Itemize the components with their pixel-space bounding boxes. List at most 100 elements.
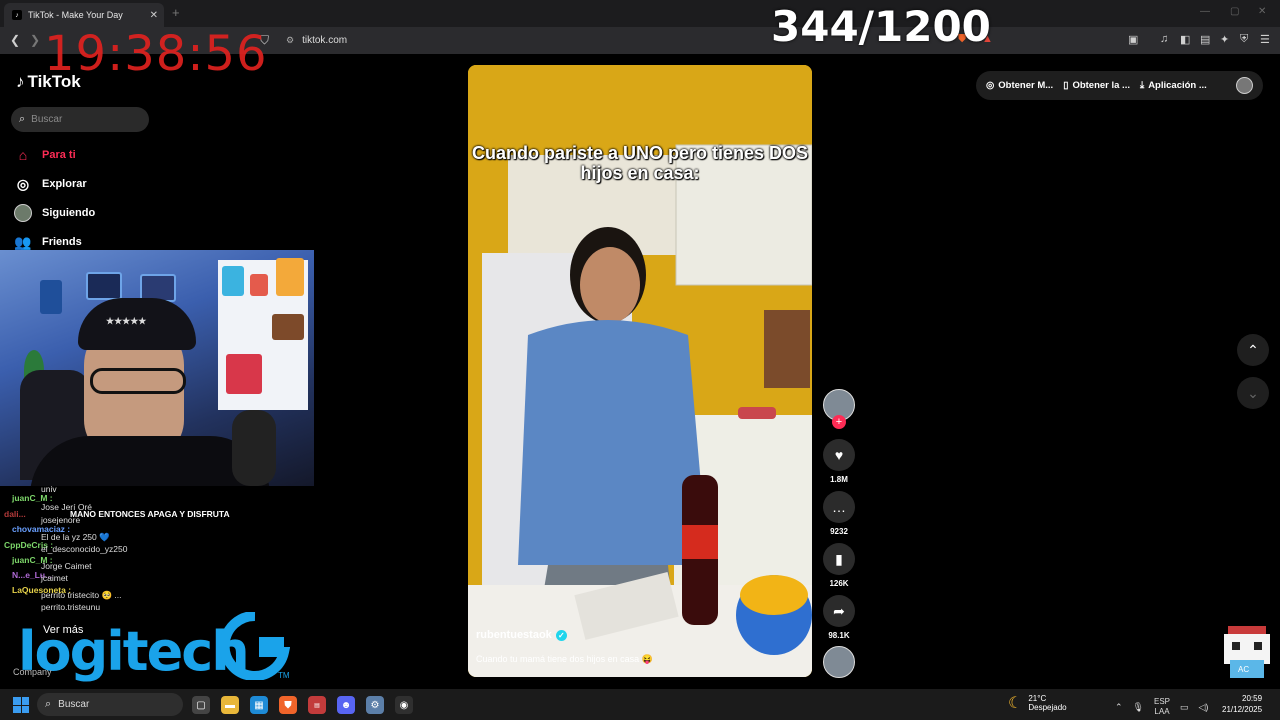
tiktok-favicon-icon: ♪: [12, 10, 22, 20]
layout-code: LAA: [1154, 707, 1170, 716]
streamer-webcam: ★★★★★: [0, 250, 314, 486]
volume-icon[interactable]: ◁): [1199, 702, 1209, 713]
search-placeholder: Buscar: [31, 114, 63, 125]
comment-icon: …: [823, 491, 855, 523]
file-explorer-icon[interactable]: ▬: [221, 696, 239, 714]
settings-icon[interactable]: ⚙: [366, 696, 384, 714]
menu-icon[interactable]: ☰: [1260, 33, 1270, 46]
browser-tab[interactable]: ♪ TikTok - Make Your Day ✕: [4, 3, 164, 27]
top-right-actions: ◎ Obtener M... ▯ Obtener la ... ⤓ Aplica…: [976, 71, 1263, 100]
maximize-icon[interactable]: ▢: [1230, 6, 1239, 17]
chat-message: perrito tristecito 🥺 ...: [41, 590, 122, 600]
like-count: 1.8M: [830, 475, 848, 484]
like-button[interactable]: ♥ 1.8M: [822, 439, 856, 484]
taskbar-search[interactable]: ⌕ Buscar: [37, 693, 183, 716]
windows-start-icon[interactable]: [13, 697, 29, 713]
video-player[interactable]: Cuando pariste a UNO pero tienes DOS hij…: [468, 65, 812, 677]
sidebar-item-siguiendo[interactable]: Siguiendo: [14, 204, 95, 222]
leo-ai-icon[interactable]: ✦: [1220, 33, 1229, 46]
next-video-button[interactable]: ⌄: [1237, 377, 1269, 409]
back-icon[interactable]: ❮: [10, 33, 20, 47]
company-label: Company: [13, 667, 52, 677]
svg-text:AC: AC: [1238, 665, 1249, 674]
windows-taskbar: ⌕ Buscar ▢ ▬ ▦ ⛊ ▤ ☻ ⚙ ◉: [0, 689, 1280, 720]
stream-mascot-icon: AC: [1224, 626, 1270, 678]
desktop-app-button[interactable]: ⤓ Aplicación ...: [1140, 80, 1207, 91]
taskbar-clock[interactable]: 20:59 21/12/2025: [1222, 693, 1262, 715]
wallet-icon[interactable]: ▤: [1200, 33, 1210, 46]
comment-count: 9232: [830, 527, 848, 536]
svg-text:TM: TM: [278, 671, 290, 680]
button-label: Obtener M...: [998, 80, 1054, 91]
save-count: 126K: [829, 579, 849, 588]
video-description: Cuando tu mamá tiene dos hijos en casa 😝: [476, 654, 653, 664]
clock-time: 20:59: [1242, 694, 1263, 703]
forward-icon[interactable]: ❯: [30, 33, 40, 47]
home-icon: ⌂: [18, 147, 28, 163]
chat-message: jcaimet: [41, 573, 68, 583]
minimize-icon[interactable]: —: [1200, 6, 1210, 17]
save-button[interactable]: ▮ 126K: [822, 543, 856, 588]
logitech-logo: logitech: [18, 620, 250, 683]
site-info-icon[interactable]: ⚙: [286, 35, 294, 46]
sidebar-item-explorar[interactable]: ◎ Explorar: [14, 175, 87, 193]
sidebar-item-friends[interactable]: 👥 Friends: [14, 233, 82, 251]
temperature: 21°C: [1028, 694, 1047, 703]
chat-message: MANO ENTONCES APAGA Y DISFRUTA: [70, 509, 230, 519]
weather-status: Despejado: [1028, 703, 1067, 712]
tiktok-logo[interactable]: ♪ TikTok: [16, 72, 81, 92]
get-app-button[interactable]: ▯ Obtener la ...: [1063, 80, 1130, 91]
sidebar-item-label: Friends: [42, 236, 82, 248]
sound-disc[interactable]: [823, 646, 855, 678]
button-label: Aplicación ...: [1148, 80, 1207, 91]
brave-browser-icon[interactable]: ⛊: [279, 696, 297, 714]
language-indicator[interactable]: ESP LAA: [1154, 697, 1170, 717]
share-icon: ➦: [823, 595, 855, 627]
obs-icon[interactable]: ◉: [395, 696, 413, 714]
tab-close-icon[interactable]: ✕: [150, 10, 158, 21]
get-coins-button[interactable]: ◎ Obtener M...: [986, 80, 1053, 91]
profile-avatar[interactable]: [1236, 77, 1253, 94]
browser-tab-bar: ♪ TikTok - Make Your Day ✕ + — ▢ ✕: [0, 0, 1280, 27]
microphone-icon[interactable]: 🎙: [1133, 702, 1144, 713]
moon-icon: ☾: [1008, 695, 1023, 712]
share-button[interactable]: ➦ 98.1K: [822, 595, 856, 640]
app-icon[interactable]: ▤: [308, 696, 326, 714]
system-tray: ⌃ 🎙 ESP LAA ▭ ◁): [1115, 697, 1208, 717]
video-author[interactable]: rubentuestaok ✓: [476, 629, 567, 641]
store-icon[interactable]: ▦: [250, 696, 268, 714]
stream-counter-overlay: 344/1200: [771, 2, 991, 51]
logitech-g-icon: TM: [220, 612, 290, 680]
discord-icon[interactable]: ☻: [337, 696, 355, 714]
chevron-up-icon[interactable]: ⌃: [1115, 702, 1123, 713]
verified-icon: ✓: [555, 629, 567, 641]
sidebar-item-label: Para ti: [42, 149, 76, 161]
vpn-icon[interactable]: ⛨: [1240, 33, 1248, 46]
screenshot-icon[interactable]: ▣: [1128, 33, 1138, 46]
sidebar-icon[interactable]: ◧: [1180, 33, 1190, 46]
weather-widget[interactable]: ☾ 21°C Despejado: [1008, 693, 1067, 713]
new-tab-button[interactable]: +: [172, 5, 180, 20]
previous-video-button[interactable]: ⌃: [1237, 334, 1269, 366]
media-icon[interactable]: ♫: [1160, 33, 1168, 45]
comment-button[interactable]: … 9232: [822, 491, 856, 536]
chat-message: el_desconocido_yz250: [41, 544, 128, 554]
download-icon: ⤓: [1139, 80, 1145, 91]
follow-plus-icon[interactable]: +: [832, 415, 846, 429]
video-caption-overlay: Cuando pariste a UNO pero tienes DOS hij…: [471, 143, 809, 183]
search-input[interactable]: ⌕ Buscar: [11, 107, 149, 132]
compass-icon: ◎: [16, 175, 30, 192]
window-close-icon[interactable]: ✕: [1258, 6, 1266, 17]
tiktok-note-icon: ♪: [16, 72, 25, 91]
clock-date: 21/12/2025: [1222, 705, 1263, 714]
task-view-icon[interactable]: ▢: [192, 696, 210, 714]
chat-message: perrito.tristeunu: [41, 602, 101, 612]
network-icon[interactable]: ▭: [1180, 702, 1189, 713]
chevron-down-icon: ⌄: [1247, 384, 1259, 401]
microphone: [232, 410, 276, 486]
tab-title: TikTok - Make Your Day: [28, 10, 123, 20]
sidebar-item-label: Siguiendo: [42, 207, 96, 219]
logo-text: TikTok: [27, 72, 81, 91]
sidebar-item-para-ti[interactable]: ⌂ Para ti: [14, 146, 76, 164]
friends-icon: 👥: [14, 233, 32, 250]
